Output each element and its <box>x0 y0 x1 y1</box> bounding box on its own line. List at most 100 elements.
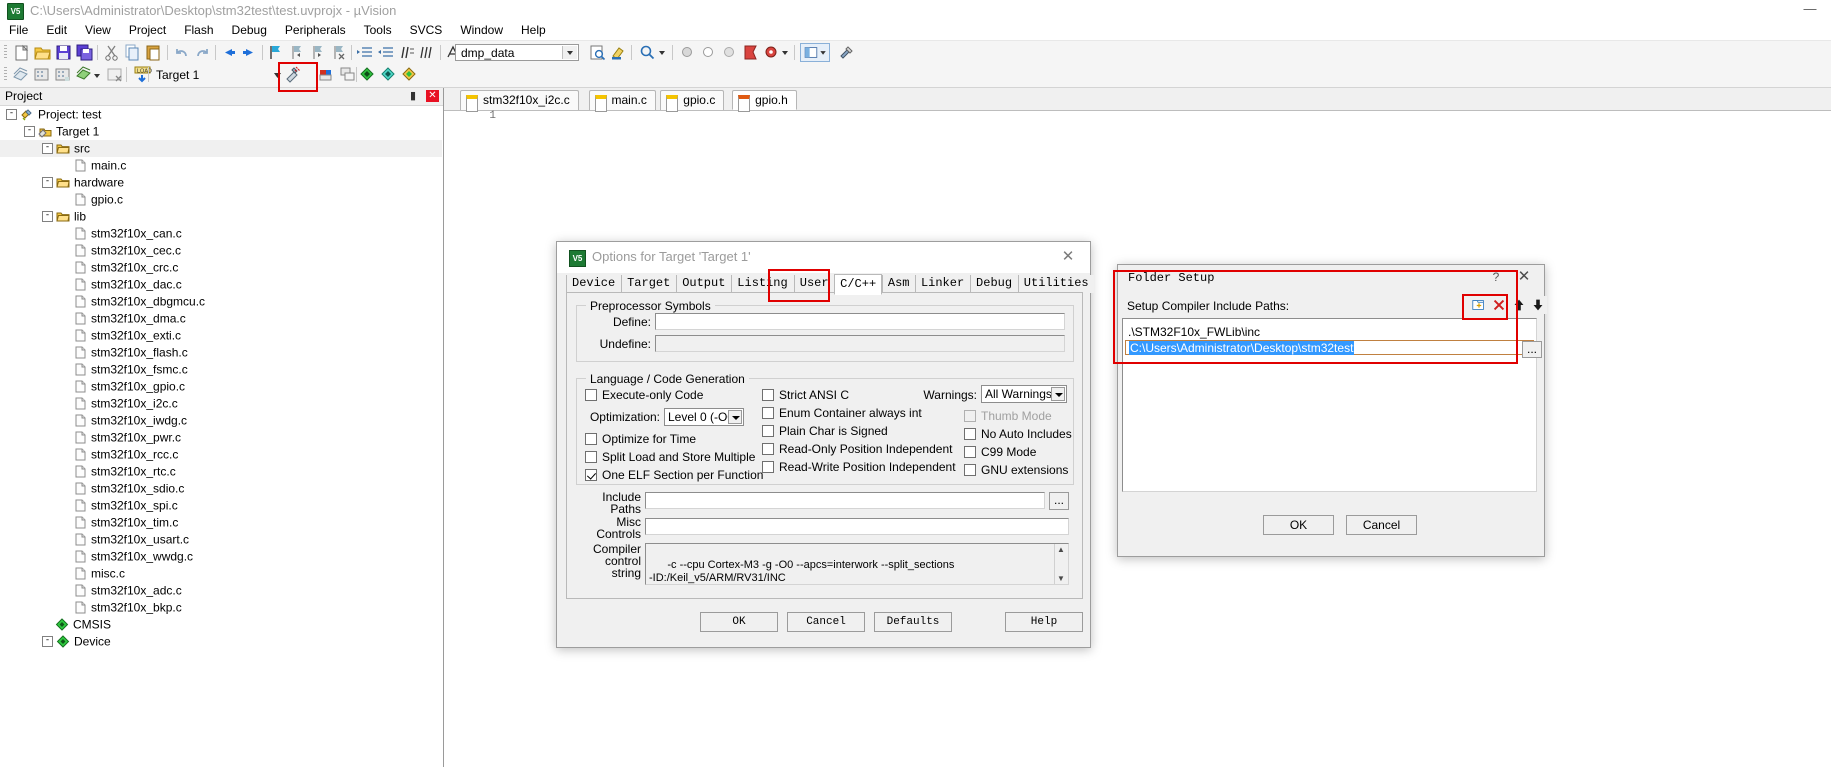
menu-peripherals[interactable]: Peripherals <box>276 21 355 40</box>
uncomment-button[interactable] <box>418 43 437 62</box>
menu-debug[interactable]: Debug <box>223 21 276 40</box>
tree-item[interactable]: stm32f10x_cec.c <box>0 242 442 259</box>
comment-button[interactable] <box>397 43 416 62</box>
paste-button[interactable] <box>144 43 163 62</box>
tree-item[interactable]: stm32f10x_flash.c <box>0 344 442 361</box>
undo-button[interactable] <box>172 43 191 62</box>
menu-file[interactable]: File <box>0 21 37 40</box>
tree-item[interactable]: stm32f10x_wwdg.c <box>0 548 442 565</box>
tree-expander-icon[interactable]: - <box>24 126 35 138</box>
options-defaults-button[interactable]: Defaults <box>874 612 952 632</box>
tree-item[interactable]: misc.c <box>0 565 442 582</box>
bookmark-colored-button[interactable] <box>741 43 760 62</box>
tree-item[interactable]: stm32f10x_usart.c <box>0 531 442 548</box>
options-tab-device[interactable]: Device <box>566 275 621 293</box>
toolbar-grip[interactable] <box>4 45 7 60</box>
tree-item[interactable]: stm32f10x_exti.c <box>0 327 442 344</box>
tree-item[interactable]: stm32f10x_dac.c <box>0 276 442 293</box>
tree-item[interactable]: gpio.c <box>0 191 442 208</box>
tree-item[interactable]: stm32f10x_rcc.c <box>0 446 442 463</box>
scroll-down-icon[interactable]: ▼ <box>1055 573 1067 584</box>
tree-item[interactable]: - Project: test <box>0 106 442 123</box>
help-icon[interactable]: ? <box>1488 269 1504 285</box>
breakpoint-clear-button[interactable] <box>720 43 739 62</box>
toolbar-grip[interactable] <box>4 67 7 82</box>
path-list-item-editing[interactable]: C:\Users\Administrator\Desktop\stm32test <box>1125 340 1534 355</box>
options-dialog-close-button[interactable]: ✕ <box>1054 248 1082 266</box>
search-options-button[interactable] <box>638 43 657 62</box>
editor-tab[interactable]: gpio.h <box>732 90 797 112</box>
chevron-down-icon[interactable] <box>1051 387 1065 401</box>
scroll-up-icon[interactable]: ▲ <box>1055 544 1067 555</box>
options-ok-button[interactable]: OK <box>700 612 778 632</box>
tree-item[interactable]: stm32f10x_pwr.c <box>0 429 442 446</box>
breakpoint-disable-button[interactable] <box>699 43 718 62</box>
tree-item[interactable]: stm32f10x_iwdg.c <box>0 412 442 429</box>
menu-flash[interactable]: Flash <box>175 21 222 40</box>
move-down-icon[interactable] <box>1529 296 1547 314</box>
new-path-icon[interactable] <box>1470 296 1488 314</box>
options-tab-linker[interactable]: Linker <box>914 275 970 293</box>
tree-item[interactable]: stm32f10x_bkp.c <box>0 599 442 616</box>
manage-components-button[interactable] <box>317 65 336 84</box>
options-cancel-button[interactable]: Cancel <box>787 612 865 632</box>
menu-help[interactable]: Help <box>512 21 555 40</box>
folder-setup-ok-button[interactable]: OK <box>1263 515 1334 535</box>
prev-bookmark-button[interactable] <box>287 43 306 62</box>
menu-tools[interactable]: Tools <box>355 21 401 40</box>
copy-button[interactable] <box>123 43 142 62</box>
select-software-packs-button[interactable] <box>400 65 419 84</box>
batch-build-arrow-icon[interactable] <box>92 70 102 80</box>
cut-button[interactable] <box>102 43 121 62</box>
tree-item[interactable]: stm32f10x_dbgmcu.c <box>0 293 442 310</box>
manage-run-time-env-button[interactable] <box>379 65 398 84</box>
menu-edit[interactable]: Edit <box>37 21 76 40</box>
menu-project[interactable]: Project <box>120 21 175 40</box>
tree-expander-icon[interactable]: - <box>42 177 53 189</box>
tree-item[interactable]: - Device <box>0 633 442 650</box>
tree-expander-icon[interactable]: - <box>42 211 53 223</box>
rebuild-all-button[interactable] <box>53 65 72 84</box>
menu-view[interactable]: View <box>76 21 120 40</box>
tree-item[interactable]: stm32f10x_i2c.c <box>0 395 442 412</box>
optimization-combo[interactable]: Level 0 (-O0) <box>664 408 744 426</box>
include-paths-list[interactable]: .\STM32F10x_FWLib\inc C:\Users\Administra… <box>1122 318 1537 492</box>
find-combo-box[interactable]: dmp_data <box>455 44 579 61</box>
chevron-down-icon[interactable] <box>728 410 742 424</box>
find-combo-arrow-icon[interactable] <box>562 46 577 59</box>
folder-setup-cancel-button[interactable]: Cancel <box>1346 515 1417 535</box>
navigate-back-button[interactable] <box>219 43 238 62</box>
tree-item[interactable]: stm32f10x_spi.c <box>0 497 442 514</box>
options-help-button[interactable]: Help <box>1005 612 1083 632</box>
outdent-button[interactable] <box>376 43 395 62</box>
pin-icon[interactable]: ▮ <box>407 90 419 102</box>
options-tab-debug[interactable]: Debug <box>970 275 1018 293</box>
navigate-forward-button[interactable] <box>240 43 259 62</box>
tree-item[interactable]: stm32f10x_rtc.c <box>0 463 442 480</box>
new-file-button[interactable] <box>12 43 31 62</box>
stop-build-button[interactable] <box>105 65 124 84</box>
tree-item[interactable]: stm32f10x_gpio.c <box>0 378 442 395</box>
configure-button[interactable] <box>837 43 856 62</box>
highlight-button[interactable] <box>609 43 628 62</box>
folder-setup-close-button[interactable]: ✕ <box>1510 267 1538 287</box>
path-browse-button[interactable]: ... <box>1522 341 1542 358</box>
menu-svcs[interactable]: SVCS <box>401 21 452 40</box>
options-tab-utilities[interactable]: Utilities <box>1017 275 1094 293</box>
multi-project-button[interactable] <box>338 65 357 84</box>
include-paths-input[interactable] <box>645 492 1045 509</box>
tree-item[interactable]: stm32f10x_can.c <box>0 225 442 242</box>
options-tab-output[interactable]: Output <box>676 275 731 293</box>
redo-button[interactable] <box>193 43 212 62</box>
delete-path-icon[interactable] <box>1490 296 1508 314</box>
undefine-input[interactable] <box>655 335 1065 352</box>
project-tree[interactable]: - Project: test - Target 1- src main.c - hardwa… <box>0 106 442 767</box>
include-paths-browse-button[interactable]: ... <box>1049 492 1069 510</box>
editor-tab[interactable]: stm32f10x_i2c.c <box>460 90 579 112</box>
define-input[interactable] <box>655 313 1065 330</box>
options-tab-asm[interactable]: Asm <box>881 275 915 293</box>
move-up-icon[interactable] <box>1510 296 1528 314</box>
insert-bookmark-button[interactable] <box>266 43 285 62</box>
compiler-control-string-textarea[interactable]: -c --cpu Cortex-M3 -g -O0 --apcs=interwo… <box>645 543 1069 585</box>
tree-item[interactable]: stm32f10x_tim.c <box>0 514 442 531</box>
